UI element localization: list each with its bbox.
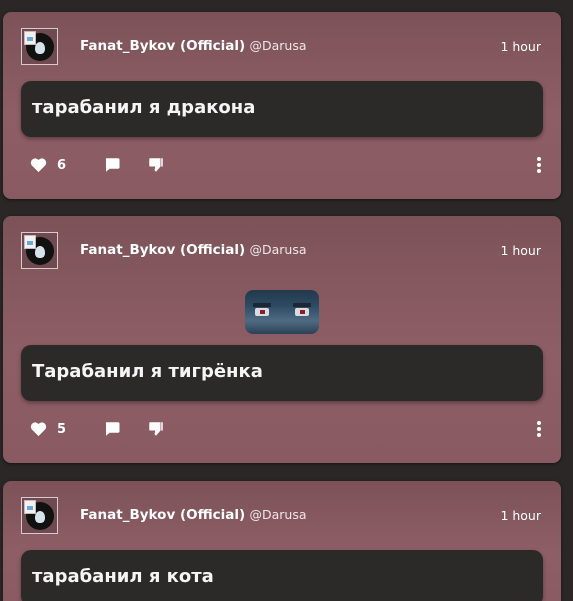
post-content: Тарабанил я тигрёнка — [21, 345, 543, 401]
avatar[interactable] — [21, 232, 58, 269]
comment-button[interactable] — [103, 418, 121, 440]
thumbs-down-icon — [149, 158, 163, 172]
author-name[interactable]: Fanat_Bykov (Official) — [80, 38, 245, 54]
avatar[interactable] — [21, 28, 58, 65]
image-detail — [295, 308, 309, 316]
post-header: Fanat_Bykov (Official) @Darusa 1 hour — [21, 497, 543, 535]
like-button[interactable]: 6 — [30, 154, 66, 176]
broken-image-icon — [24, 235, 36, 249]
like-button[interactable]: 5 — [30, 418, 66, 440]
author-name[interactable]: Fanat_Bykov (Official) — [80, 242, 245, 258]
post-time: 1 hour — [500, 243, 541, 258]
post-card: Fanat_Bykov (Official) @Darusa 1 hour та… — [3, 481, 561, 601]
post-text: Тарабанил я тигрёнка — [32, 361, 263, 382]
author-name[interactable]: Fanat_Bykov (Official) — [80, 507, 245, 523]
image-detail — [253, 303, 271, 307]
post-card: Fanat_Bykov (Official) @Darusa 1 hour Та… — [3, 216, 561, 463]
more-options-button[interactable] — [536, 418, 542, 440]
avatar[interactable] — [21, 497, 58, 534]
thumbs-down-icon — [149, 422, 163, 436]
post-actions: 5 — [21, 418, 543, 440]
post-image[interactable] — [245, 290, 319, 334]
like-count: 6 — [57, 157, 67, 173]
comment-icon — [105, 158, 120, 172]
more-vertical-icon — [537, 421, 541, 437]
post-card: Fanat_Bykov (Official) @Darusa 1 hour та… — [3, 12, 561, 199]
post-content: тарабанил я кота — [21, 550, 543, 601]
comment-button[interactable] — [103, 154, 121, 176]
post-text: тарабанил я кота — [32, 566, 214, 587]
post-header: Fanat_Bykov (Official) @Darusa 1 hour — [21, 232, 543, 270]
author-line: Fanat_Bykov (Official) @Darusa — [80, 38, 307, 54]
heart-icon — [30, 422, 47, 437]
feed: Fanat_Bykov (Official) @Darusa 1 hour та… — [0, 0, 573, 601]
post-actions: 6 — [21, 154, 543, 176]
post-header: Fanat_Bykov (Official) @Darusa 1 hour — [21, 28, 543, 66]
author-line: Fanat_Bykov (Official) @Darusa — [80, 507, 307, 523]
post-content: тарабанил я дракона — [21, 81, 543, 137]
author-handle[interactable]: @Darusa — [249, 507, 306, 522]
image-detail — [293, 303, 311, 307]
heart-icon — [30, 158, 47, 173]
post-time: 1 hour — [500, 39, 541, 54]
more-options-button[interactable] — [536, 154, 542, 176]
dislike-button[interactable] — [147, 418, 165, 440]
author-handle[interactable]: @Darusa — [249, 242, 306, 257]
post-time: 1 hour — [500, 508, 541, 523]
more-vertical-icon — [537, 157, 541, 173]
post-text: тарабанил я дракона — [32, 97, 256, 118]
image-detail — [255, 308, 269, 316]
like-count: 5 — [57, 421, 67, 437]
broken-image-icon — [24, 31, 36, 45]
author-line: Fanat_Bykov (Official) @Darusa — [80, 242, 307, 258]
broken-image-icon — [24, 500, 36, 514]
author-handle[interactable]: @Darusa — [249, 38, 306, 53]
dislike-button[interactable] — [147, 154, 165, 176]
comment-icon — [105, 422, 120, 436]
